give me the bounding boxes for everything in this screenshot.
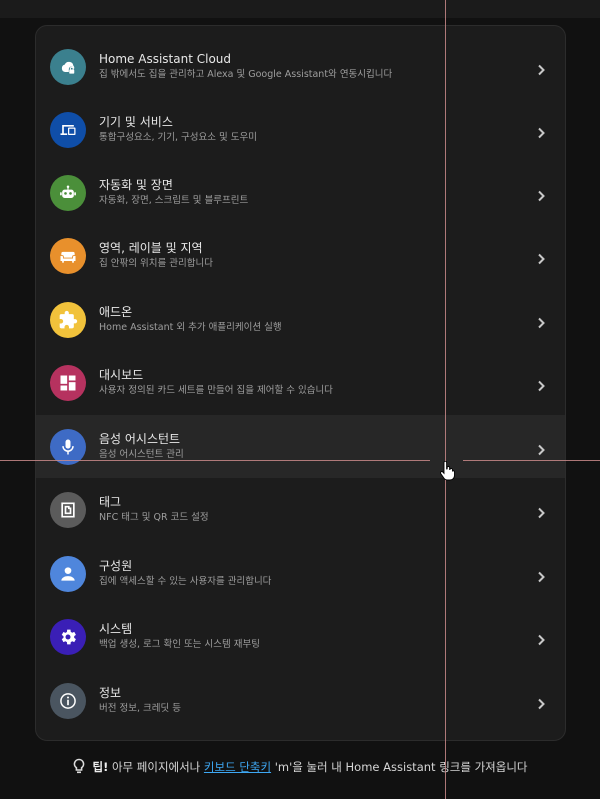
menu-item-title: 대시보드 bbox=[99, 368, 144, 382]
menu-item-subtitle: 집 안팎의 위치를 관리합니다 bbox=[99, 258, 213, 269]
chevron-right-icon bbox=[535, 250, 547, 264]
chevron-right-icon bbox=[535, 568, 547, 582]
keyboard-shortcuts-link[interactable]: 키보드 단축키 bbox=[204, 760, 271, 774]
chevron-right-icon bbox=[535, 695, 547, 709]
puzzle-icon bbox=[50, 301, 86, 338]
menu-item-voice-assistants[interactable]: 음성 어시스턴트 음성 어시스턴트 관리 bbox=[36, 415, 565, 478]
devices-icon bbox=[50, 111, 86, 148]
top-app-bar bbox=[0, 0, 600, 18]
tip-text-before: 아무 페이지에서나 bbox=[111, 760, 201, 774]
dashboard-icon bbox=[50, 364, 86, 401]
menu-item-title: 태그 bbox=[99, 495, 122, 509]
menu-item-subtitle: 자동화, 장면, 스크립트 및 블루프린트 bbox=[99, 195, 249, 206]
menu-item-title: 구성원 bbox=[99, 559, 133, 573]
tip-label: 팁! bbox=[92, 760, 109, 774]
chevron-right-icon bbox=[535, 504, 547, 518]
menu-item-about[interactable]: 정보 버전 정보, 크레딧 등 bbox=[36, 669, 565, 732]
menu-item-people[interactable]: 구성원 집에 액세스할 수 있는 사용자를 관리합니다 bbox=[36, 542, 565, 605]
menu-item-addons[interactable]: 애드온 Home Assistant 외 추가 애플리케이션 실행 bbox=[36, 288, 565, 351]
menu-item-home-assistant-cloud[interactable]: Home Assistant Cloud 집 밖에서도 집을 관리하고 Alex… bbox=[36, 35, 565, 98]
hand-pointer-cursor-icon bbox=[439, 460, 455, 481]
info-icon bbox=[50, 682, 86, 719]
chevron-right-icon bbox=[535, 187, 547, 201]
menu-item-subtitle: 사용자 정의된 카드 세트를 만들어 집을 제어할 수 있습니다 bbox=[99, 385, 333, 396]
settings-menu-card: Home Assistant Cloud 집 밖에서도 집을 관리하고 Alex… bbox=[35, 25, 566, 741]
crosshair-vertical-line bbox=[445, 0, 446, 799]
lightbulb-icon bbox=[72, 758, 86, 774]
menu-item-subtitle: 백업 생성, 로그 확인 또는 시스템 재부팅 bbox=[99, 639, 260, 650]
crosshair-horizontal-line-right bbox=[463, 460, 600, 461]
menu-item-title: 영역, 레이블 및 지역 bbox=[99, 241, 203, 255]
menu-item-title: 애드온 bbox=[99, 305, 133, 319]
tip-text-after: 'm'을 눌러 내 Home Assistant 링크를 가져옵니다 bbox=[274, 760, 528, 774]
menu-item-automations-scenes[interactable]: 자동화 및 장면 자동화, 장면, 스크립트 및 블루프린트 bbox=[36, 161, 565, 224]
menu-item-dashboards[interactable]: 대시보드 사용자 정의된 카드 세트를 만들어 집을 제어할 수 있습니다 bbox=[36, 351, 565, 414]
menu-item-subtitle: 집 밖에서도 집을 관리하고 Alexa 및 Google Assistant와… bbox=[99, 69, 393, 80]
menu-item-subtitle: 집에 액세스할 수 있는 사용자를 관리합니다 bbox=[99, 576, 272, 587]
menu-item-tags[interactable]: 태그 NFC 태그 및 QR 코드 설정 bbox=[36, 478, 565, 541]
menu-item-title: 기기 및 서비스 bbox=[99, 115, 173, 129]
chevron-right-icon bbox=[535, 631, 547, 645]
menu-item-subtitle: 버전 정보, 크레딧 등 bbox=[99, 703, 181, 714]
cloud-lock-icon bbox=[50, 48, 86, 85]
menu-item-title: 시스템 bbox=[99, 622, 133, 636]
menu-item-title: 음성 어시스턴트 bbox=[99, 432, 181, 446]
menu-item-subtitle: 통합구성요소, 기기, 구성요소 및 도우미 bbox=[99, 132, 257, 143]
sofa-icon bbox=[50, 237, 86, 274]
account-icon bbox=[50, 555, 86, 592]
menu-item-subtitle: Home Assistant 외 추가 애플리케이션 실행 bbox=[99, 322, 282, 333]
menu-item-title: 정보 bbox=[99, 686, 122, 700]
chevron-right-icon bbox=[535, 314, 547, 328]
robot-icon bbox=[50, 174, 86, 211]
cog-icon bbox=[50, 618, 86, 655]
menu-item-subtitle: NFC 태그 및 QR 코드 설정 bbox=[99, 512, 209, 523]
menu-item-system[interactable]: 시스템 백업 생성, 로그 확인 또는 시스템 재부팅 bbox=[36, 605, 565, 668]
chevron-right-icon bbox=[535, 377, 547, 391]
menu-item-devices-services[interactable]: 기기 및 서비스 통합구성요소, 기기, 구성요소 및 도우미 bbox=[36, 98, 565, 161]
menu-item-title: 자동화 및 장면 bbox=[99, 178, 173, 192]
nfc-tag-icon bbox=[50, 491, 86, 528]
crosshair-horizontal-line-left bbox=[0, 460, 430, 461]
tip-footer: 팁! 아무 페이지에서나 키보드 단축키 'm'을 눌러 내 Home Assi… bbox=[0, 758, 600, 775]
chevron-right-icon bbox=[535, 124, 547, 138]
chevron-right-icon bbox=[535, 61, 547, 75]
chevron-right-icon bbox=[535, 441, 547, 455]
menu-item-areas-labels-zones[interactable]: 영역, 레이블 및 지역 집 안팎의 위치를 관리합니다 bbox=[36, 224, 565, 287]
menu-item-title: Home Assistant Cloud bbox=[99, 52, 232, 66]
